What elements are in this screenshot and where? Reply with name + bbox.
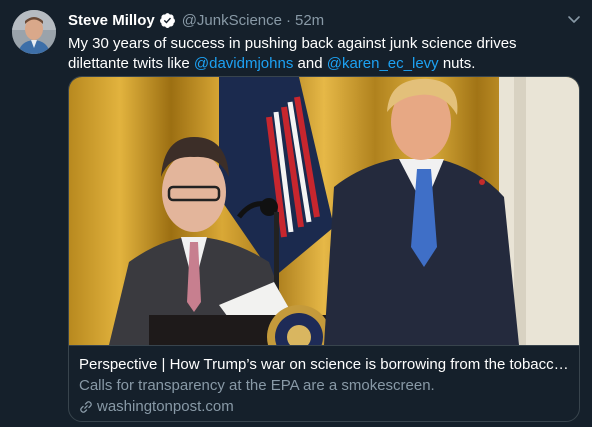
link-icon bbox=[80, 400, 92, 413]
tweet-text-part: nuts. bbox=[438, 55, 476, 72]
tweet-text-part: and bbox=[293, 55, 327, 72]
author-name[interactable]: Steve Milloy bbox=[68, 12, 155, 29]
link-card[interactable]: Perspective | How Trump’s war on science… bbox=[68, 76, 580, 422]
card-image[interactable] bbox=[69, 77, 579, 345]
tweet-text: My 30 years of success in pushing back a… bbox=[68, 34, 580, 74]
card-body[interactable]: Perspective | How Trump’s war on science… bbox=[69, 345, 579, 421]
timestamp[interactable]: 52m bbox=[295, 12, 324, 29]
card-domain[interactable]: washingtonpost.com bbox=[79, 397, 569, 416]
chevron-down-icon[interactable] bbox=[566, 11, 582, 27]
tweet[interactable]: Steve Milloy @JunkScience · 52m My 30 ye… bbox=[0, 0, 592, 427]
author-handle[interactable]: @JunkScience bbox=[182, 12, 282, 29]
separator-dot: · bbox=[285, 11, 291, 29]
mention-link[interactable]: @davidmjohns bbox=[194, 55, 293, 72]
verified-badge-icon bbox=[159, 12, 175, 28]
card-description: Calls for transparency at the EPA are a … bbox=[79, 377, 435, 394]
card-title[interactable]: Perspective | How Trump’s war on science… bbox=[79, 355, 569, 374]
card-domain-text[interactable]: washingtonpost.com bbox=[97, 397, 234, 416]
avatar[interactable] bbox=[12, 10, 56, 54]
mention-link[interactable]: @karen_ec_levy bbox=[327, 55, 439, 72]
tweet-header: Steve Milloy @JunkScience · 52m bbox=[68, 10, 582, 30]
avatar-image bbox=[12, 10, 56, 54]
